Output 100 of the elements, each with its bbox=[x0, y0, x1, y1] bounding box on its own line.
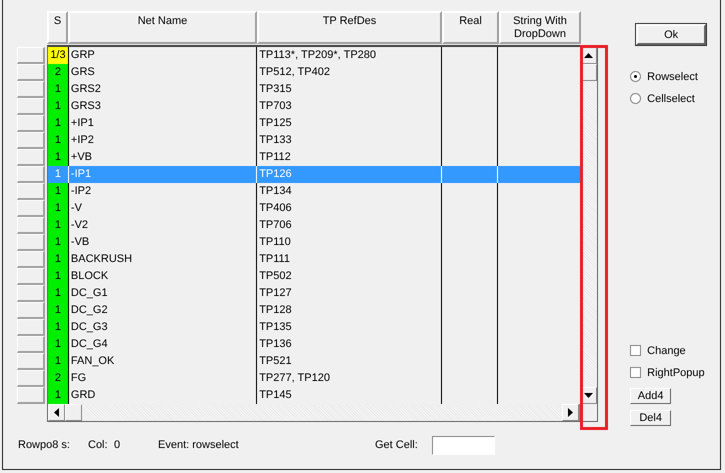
status-cell: 1 bbox=[48, 115, 69, 132]
table-row[interactable]: 1 GRS2 TP315 bbox=[48, 81, 580, 98]
row-header[interactable] bbox=[17, 268, 45, 285]
status-cell: 2 bbox=[48, 64, 69, 81]
table-row[interactable]: 1 DC_G1 TP127 bbox=[48, 285, 580, 302]
table-cell: GRP bbox=[68, 47, 258, 64]
table-row[interactable]: 1 FAN_OK TP521 bbox=[48, 353, 580, 370]
down-arrow-icon bbox=[584, 393, 593, 398]
option-label: Change bbox=[647, 344, 686, 356]
checkbox[interactable] bbox=[630, 367, 642, 378]
row-header[interactable] bbox=[17, 353, 45, 370]
ok-button[interactable]: Ok bbox=[636, 24, 706, 45]
button[interactable]: Add4 bbox=[630, 388, 672, 404]
rowpos-label: Rowpo8 s: bbox=[18, 439, 71, 451]
table-cell: TP136 bbox=[257, 336, 442, 353]
scroll-right-button[interactable] bbox=[562, 404, 580, 421]
status-cell: 1 bbox=[48, 234, 69, 251]
checkbox-option[interactable]: Change bbox=[630, 344, 686, 357]
column-header[interactable]: Real bbox=[442, 11, 499, 44]
table-row[interactable]: 1 DC_G2 TP128 bbox=[48, 302, 580, 319]
table-cell: TP315 bbox=[257, 81, 442, 98]
table-row[interactable]: 1 BACKRUSH TP111 bbox=[48, 251, 580, 268]
row-header[interactable] bbox=[17, 64, 45, 81]
table-cell: BLOCK bbox=[68, 268, 258, 285]
col-label: Col: bbox=[88, 439, 109, 451]
status-cell: 1 bbox=[48, 387, 69, 404]
status-cell: 1/3 bbox=[48, 47, 69, 64]
column-header[interactable]: TP RefDes bbox=[257, 11, 442, 44]
row-header[interactable] bbox=[17, 81, 45, 98]
table-row[interactable]: 1 -V TP406 bbox=[48, 200, 580, 217]
row-header[interactable] bbox=[17, 166, 45, 183]
column-header[interactable]: String With DropDown bbox=[499, 11, 581, 44]
row-header[interactable] bbox=[17, 183, 45, 200]
row-header[interactable] bbox=[17, 370, 45, 387]
row-header[interactable] bbox=[17, 200, 45, 217]
row-header[interactable] bbox=[17, 217, 45, 234]
row-header[interactable] bbox=[17, 132, 45, 149]
table-cell: TP512, TP402 bbox=[257, 64, 442, 81]
row-header[interactable] bbox=[17, 251, 45, 268]
table-cell: TP135 bbox=[257, 319, 442, 336]
row-header[interactable] bbox=[17, 234, 45, 251]
status-cell: 1 bbox=[48, 183, 69, 200]
table-cell: DC_G3 bbox=[68, 319, 258, 336]
table-cell: DC_G4 bbox=[68, 336, 258, 353]
table-cell: TP706 bbox=[257, 217, 442, 234]
table-cell: GRS bbox=[68, 64, 258, 81]
row-header[interactable] bbox=[17, 98, 45, 115]
table-cell: TP502 bbox=[257, 268, 442, 285]
table-cell: DC_G2 bbox=[68, 302, 258, 319]
table-cell: TP133 bbox=[257, 132, 442, 149]
table-row[interactable]: 1 -VB TP110 bbox=[48, 234, 580, 251]
table-row[interactable]: 1 DC_G3 TP135 bbox=[48, 319, 580, 336]
table-cell: -IP1 bbox=[68, 166, 258, 183]
table-row[interactable]: 1 +IP2 TP133 bbox=[48, 132, 580, 149]
table-row[interactable]: 1 GRS3 TP703 bbox=[48, 98, 580, 115]
table-row[interactable]: 1 +IP1 TP125 bbox=[48, 115, 580, 132]
table-cell: GRS2 bbox=[68, 81, 258, 98]
table-row[interactable]: 2 GRS TP512, TP402 bbox=[48, 64, 580, 81]
checkbox[interactable] bbox=[630, 345, 642, 356]
row-header[interactable] bbox=[17, 149, 45, 166]
status-cell: 1 bbox=[48, 353, 69, 370]
scrollbar-thumb[interactable] bbox=[65, 404, 82, 421]
table-cell: TP128 bbox=[257, 302, 442, 319]
table-cell: -IP2 bbox=[68, 183, 258, 200]
table-row[interactable]: 1 DC_G4 TP136 bbox=[48, 336, 580, 353]
radio-button[interactable] bbox=[630, 93, 642, 104]
table-cell: TP113*, TP209*, TP280 bbox=[257, 47, 442, 64]
button[interactable]: Del4 bbox=[630, 410, 672, 426]
get-cell-label: Get Cell: bbox=[375, 439, 419, 451]
row-header[interactable] bbox=[17, 285, 45, 302]
status-cell: 1 bbox=[48, 319, 69, 336]
row-header[interactable] bbox=[17, 47, 45, 64]
scroll-left-button[interactable] bbox=[48, 404, 65, 421]
table-row[interactable]: 1 BLOCK TP502 bbox=[48, 268, 580, 285]
row-header[interactable] bbox=[17, 336, 45, 353]
column-header[interactable]: Net Name bbox=[68, 11, 257, 44]
row-header[interactable] bbox=[17, 319, 45, 336]
row-header[interactable] bbox=[17, 302, 45, 319]
radio-option[interactable]: Rowselect bbox=[630, 70, 698, 83]
radio-button[interactable] bbox=[630, 71, 642, 82]
table-cell: FAN_OK bbox=[68, 353, 258, 370]
table-row[interactable]: 1/3 GRP TP113*, TP209*, TP280 bbox=[48, 47, 580, 64]
status-cell: 1 bbox=[48, 149, 69, 166]
column-header[interactable]: S bbox=[47, 11, 68, 44]
checkbox-option[interactable]: RightPopup bbox=[630, 366, 705, 379]
horizontal-scrollbar[interactable] bbox=[48, 404, 580, 421]
radio-option[interactable]: Cellselect bbox=[630, 92, 698, 105]
table-cell: TP134 bbox=[257, 183, 442, 200]
table-cell: TP126 bbox=[257, 166, 442, 183]
status-cell: 2 bbox=[48, 370, 69, 387]
table-cell: DC_G1 bbox=[68, 285, 258, 302]
right-arrow-icon bbox=[568, 408, 574, 417]
table-row[interactable]: 2 FG TP277, TP120 bbox=[48, 370, 580, 387]
table-row[interactable]: 1 -IP2 TP134 bbox=[48, 183, 580, 200]
table-cell: FG bbox=[68, 370, 258, 387]
row-header[interactable] bbox=[17, 115, 45, 132]
table-row[interactable]: 1 -V2 TP706 bbox=[48, 217, 580, 234]
get-cell-field[interactable] bbox=[432, 436, 495, 454]
status-cell: 1 bbox=[48, 268, 69, 285]
table-cell: -VB bbox=[68, 234, 258, 251]
